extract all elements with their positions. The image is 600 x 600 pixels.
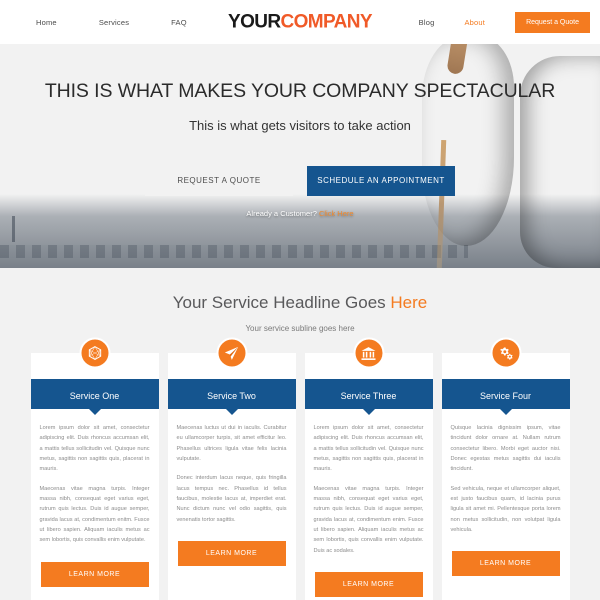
- nav-item-blog[interactable]: Blog: [419, 18, 435, 27]
- service-card-paragraph: Maecenas vitae magna turpis. Integer mas…: [313, 485, 424, 554]
- service-card-paragraph: Maecenas vitae magna turpis. Integer mas…: [39, 485, 150, 544]
- hero-request-quote-button[interactable]: REQUEST A QUOTE: [145, 165, 293, 196]
- logo-text-your: YOUR: [227, 11, 281, 33]
- service-card-title: Service One: [30, 379, 159, 409]
- hexagon-molecule-icon: [79, 337, 110, 369]
- service-cards-row: Service One Lorem ipsum dolor sit amet, …: [0, 337, 600, 600]
- hero-existing-customer-text: Already a Customer?: [246, 208, 317, 218]
- service-card-title: Service Four: [441, 379, 570, 409]
- service-card-paragraph: Lorem ipsum dolor sit amet, consectetur …: [39, 425, 150, 473]
- service-card-footer: LEARN MORE: [442, 543, 570, 587]
- nav-item-about[interactable]: About: [464, 18, 485, 27]
- learn-more-button[interactable]: LEARN MORE: [40, 561, 149, 587]
- paper-plane-icon: [216, 337, 247, 369]
- logo-text-company: COMPANY: [280, 11, 373, 33]
- service-card-paragraph: Maecenas luctus ut dui in iaculis. Curab…: [176, 425, 287, 463]
- service-card: Service Two Maecenas luctus ut dui in ia…: [167, 337, 296, 600]
- hero-schedule-appointment-button[interactable]: SCHEDULE AN APPOINTMENT: [307, 165, 455, 196]
- hero-content: THIS IS WHAT MAKES YOUR COMPANY SPECTACU…: [0, 44, 600, 217]
- gears-icon: [490, 337, 521, 369]
- service-card-body: Lorem ipsum dolor sit amet, consectetur …: [305, 409, 433, 564]
- service-card-paragraph: Lorem ipsum dolor sit amet, consectetur …: [313, 425, 424, 473]
- service-card-title: Service Three: [304, 379, 433, 409]
- service-card-footer: LEARN MORE: [305, 564, 433, 600]
- service-card: Service Three Lorem ipsum dolor sit amet…: [304, 337, 433, 600]
- service-card-footer: LEARN MORE: [31, 554, 159, 598]
- hero-headline: THIS IS WHAT MAKES YOUR COMPANY SPECTACU…: [44, 80, 556, 102]
- nav-item-faq[interactable]: FAQ: [171, 18, 187, 27]
- primary-navigation: Home Services FAQ: [0, 18, 187, 27]
- service-card-paragraph: Quisque lacinia dignissim ipsum, vitae t…: [450, 425, 561, 473]
- learn-more-button[interactable]: LEARN MORE: [177, 541, 286, 567]
- service-card-footer: LEARN MORE: [168, 533, 296, 577]
- hero-subheadline: This is what gets visitors to take actio…: [189, 117, 411, 133]
- service-card: Service Four Quisque lacinia dignissim i…: [441, 337, 570, 600]
- services-subline: Your service subline goes here: [245, 324, 355, 333]
- nav-item-home[interactable]: Home: [36, 18, 57, 27]
- learn-more-button[interactable]: LEARN MORE: [451, 551, 560, 577]
- hero-section: THIS IS WHAT MAKES YOUR COMPANY SPECTACU…: [0, 44, 600, 268]
- services-headline: Your Service Headline Goes Here: [0, 294, 600, 311]
- secondary-navigation: Blog About Request a Quote: [419, 11, 600, 33]
- service-card-body: Lorem ipsum dolor sit amet, consectetur …: [31, 409, 159, 554]
- bank-building-icon: [353, 337, 384, 369]
- site-logo[interactable]: YOURCOMPANY: [227, 11, 373, 33]
- services-section: Your Service Headline Goes Here Your ser…: [0, 268, 600, 600]
- service-card-paragraph: Donec interdum lacus neque, quis fringil…: [176, 475, 287, 523]
- service-card: Service One Lorem ipsum dolor sit amet, …: [30, 337, 159, 600]
- service-card-title: Service Two: [167, 379, 296, 409]
- services-headline-main: Your Service Headline Goes: [172, 293, 391, 312]
- nav-item-services[interactable]: Services: [99, 18, 129, 27]
- hero-cta-group: REQUEST A QUOTE SCHEDULE AN APPOINTMENT: [0, 165, 600, 196]
- hero-existing-customer-note: Already a Customer? Click Here: [0, 208, 600, 218]
- service-card-paragraph: Sed vehicula, neque et ullamcorper aliqu…: [450, 485, 561, 534]
- services-headline-accent: Here: [390, 293, 428, 312]
- learn-more-button[interactable]: LEARN MORE: [314, 572, 423, 598]
- service-card-body: Quisque lacinia dignissim ipsum, vitae t…: [442, 409, 570, 543]
- hero-click-here-link[interactable]: Click Here: [319, 209, 354, 218]
- site-header: Home Services FAQ YOURCOMPANY Blog About…: [0, 0, 600, 44]
- service-card-body: Maecenas luctus ut dui in iaculis. Curab…: [168, 409, 296, 533]
- landing-page: Home Services FAQ YOURCOMPANY Blog About…: [0, 0, 600, 600]
- header-request-quote-button[interactable]: Request a Quote: [515, 11, 590, 33]
